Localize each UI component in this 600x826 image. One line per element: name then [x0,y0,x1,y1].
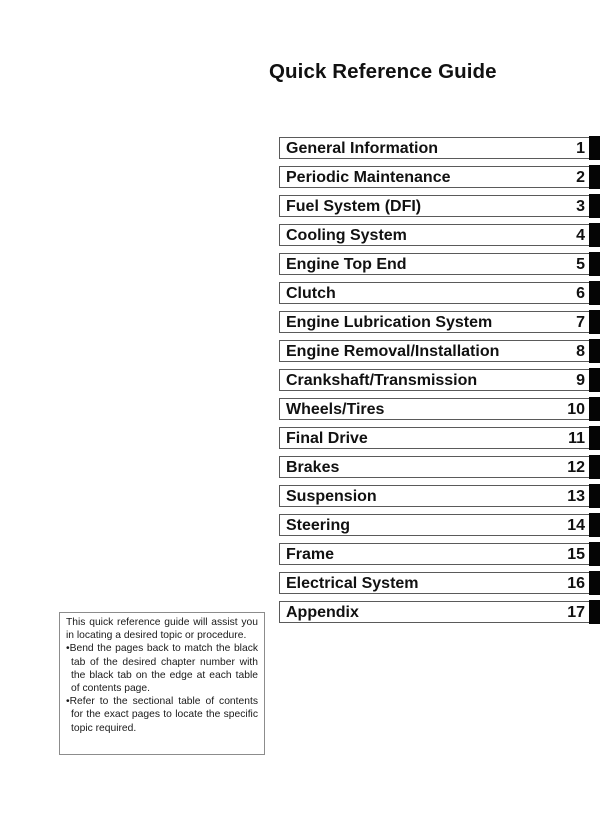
chapter-box: Engine Lubrication System 7 [279,311,590,333]
note-bullet-bend-pages: •Bend the pages back to match the black … [66,643,258,695]
chapter-number: 8 [576,343,585,360]
chapter-row-engine-top-end[interactable]: Engine Top End 5 [279,252,600,276]
chapter-label: Engine Removal/Installation [286,343,500,360]
chapter-label: Electrical System [286,575,419,592]
chapter-row-frame[interactable]: Frame 15 [279,542,600,566]
chapter-label: Appendix [286,604,359,621]
chapter-row-steering[interactable]: Steering 14 [279,513,600,537]
chapter-label: Brakes [286,459,340,476]
chapter-box: Crankshaft/Transmission 9 [279,369,590,391]
chapter-number: 5 [576,256,585,273]
chapter-label: Wheels/Tires [286,401,385,418]
chapter-label: Crankshaft/Transmission [286,372,478,389]
black-tab-marker [589,339,600,363]
black-tab-marker [589,513,600,537]
chapter-number: 6 [576,285,585,302]
page-title: Quick Reference Guide [269,60,497,83]
chapter-row-cooling-system[interactable]: Cooling System 4 [279,223,600,247]
chapter-row-suspension[interactable]: Suspension 13 [279,484,600,508]
chapter-row-electrical-system[interactable]: Electrical System 16 [279,571,600,595]
chapter-box: Fuel System (DFI) 3 [279,195,590,217]
chapter-row-general-information[interactable]: General Information 1 [279,136,600,160]
black-tab-marker [589,484,600,508]
black-tab-marker [589,600,600,624]
chapter-number: 2 [576,169,585,186]
note-intro: This quick reference guide will assist y… [66,617,258,642]
chapter-row-final-drive[interactable]: Final Drive 11 [279,426,600,450]
chapter-box: Frame 15 [279,543,590,565]
chapter-row-wheels-tires[interactable]: Wheels/Tires 10 [279,397,600,421]
chapter-box: Cooling System 4 [279,224,590,246]
chapter-label: Final Drive [286,430,368,447]
chapter-number: 3 [576,198,585,215]
black-tab-marker [589,310,600,334]
chapter-number: 1 [576,140,585,157]
note-bullet-refer-contents: •Refer to the sectional table of content… [66,696,258,734]
chapter-number: 14 [567,517,585,534]
chapter-box: Appendix 17 [279,601,590,623]
usage-note-box: This quick reference guide will assist y… [59,612,265,755]
chapter-box: Steering 14 [279,514,590,536]
chapter-label: Engine Lubrication System [286,314,493,331]
chapter-label: Engine Top End [286,256,407,273]
chapter-box: Engine Removal/Installation 8 [279,340,590,362]
black-tab-marker [589,281,600,305]
chapter-box: Wheels/Tires 10 [279,398,590,420]
black-tab-marker [589,252,600,276]
black-tab-marker [589,426,600,450]
chapter-number: 11 [568,430,585,447]
chapter-label: Steering [286,517,351,534]
chapter-number: 17 [567,604,585,621]
chapter-row-brakes[interactable]: Brakes 12 [279,455,600,479]
black-tab-marker [589,136,600,160]
chapter-number: 10 [567,401,585,418]
chapter-row-engine-removal-installation[interactable]: Engine Removal/Installation 8 [279,339,600,363]
chapter-row-clutch[interactable]: Clutch 6 [279,281,600,305]
black-tab-marker [589,165,600,189]
chapter-label: General Information [286,140,439,157]
chapter-number: 4 [576,227,585,244]
chapter-box: Brakes 12 [279,456,590,478]
chapter-number: 13 [567,488,585,505]
chapter-box: Suspension 13 [279,485,590,507]
black-tab-marker [589,223,600,247]
chapter-label: Frame [286,546,335,563]
chapter-box: Periodic Maintenance 2 [279,166,590,188]
chapter-box: Final Drive 11 [279,427,590,449]
black-tab-marker [589,397,600,421]
chapter-row-crankshaft-transmission[interactable]: Crankshaft/Transmission 9 [279,368,600,392]
chapter-row-engine-lubrication-system[interactable]: Engine Lubrication System 7 [279,310,600,334]
chapter-index: General Information 1 Periodic Maintenan… [279,136,600,630]
chapter-number: 7 [576,314,585,331]
chapter-number: 15 [567,546,585,563]
black-tab-marker [589,542,600,566]
chapter-row-fuel-system[interactable]: Fuel System (DFI) 3 [279,194,600,218]
chapter-number: 16 [567,575,585,592]
chapter-box: Clutch 6 [279,282,590,304]
chapter-label: Cooling System [286,227,407,244]
chapter-label: Periodic Maintenance [286,169,451,186]
chapter-label: Clutch [286,285,336,302]
chapter-row-appendix[interactable]: Appendix 17 [279,600,600,624]
chapter-box: Engine Top End 5 [279,253,590,275]
black-tab-marker [589,194,600,218]
chapter-box: General Information 1 [279,137,590,159]
chapter-number: 12 [567,459,585,476]
chapter-box: Electrical System 16 [279,572,590,594]
chapter-label: Suspension [286,488,377,505]
black-tab-marker [589,455,600,479]
black-tab-marker [589,368,600,392]
black-tab-marker [589,571,600,595]
chapter-number: 9 [576,372,585,389]
chapter-label: Fuel System (DFI) [286,198,422,215]
chapter-row-periodic-maintenance[interactable]: Periodic Maintenance 2 [279,165,600,189]
